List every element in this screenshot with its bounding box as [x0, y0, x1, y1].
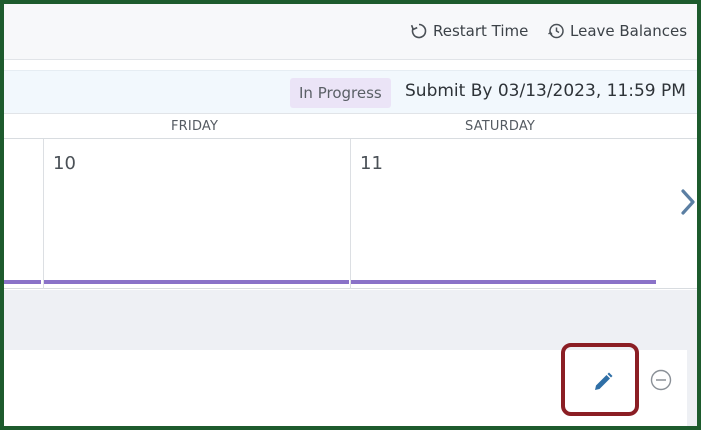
day-name-saturday: SATURDAY [465, 119, 536, 134]
restart-time-label: Restart Time [433, 22, 529, 40]
day-number: 11 [360, 153, 383, 174]
day-cell-saturday[interactable]: 11 [351, 139, 657, 289]
status-badge: In Progress [290, 78, 391, 108]
day-name-friday: FRIDAY [171, 119, 219, 134]
minus-circle-icon [650, 369, 672, 391]
day-progress-bar [44, 280, 349, 284]
day-cell-friday[interactable]: 10 [44, 139, 350, 289]
day-progress-bar [4, 280, 41, 284]
leave-balances-label: Leave Balances [570, 22, 688, 40]
remove-entry-button[interactable] [649, 368, 673, 392]
day-progress-bar [351, 280, 656, 284]
top-toolbar: Restart Time Leave Balances [4, 4, 697, 60]
calendar-day-header: FRIDAY SATURDAY [4, 115, 697, 139]
timesheet-status-bar: In Progress Submit By 03/13/2023, 11:59 … [4, 70, 697, 114]
next-week-button[interactable] [680, 187, 696, 221]
restart-icon [410, 23, 427, 39]
edit-entry-button[interactable] [589, 368, 617, 396]
app-frame: Restart Time Leave Balances In Progress … [0, 0, 701, 430]
restart-time-button[interactable]: Restart Time [409, 20, 528, 42]
calendar-week-row: 10 11 [4, 139, 697, 289]
chevron-right-icon [681, 189, 695, 215]
leave-balances-button[interactable]: Leave Balances [546, 20, 687, 42]
submit-deadline: Submit By 03/13/2023, 11:59 PM [405, 81, 686, 101]
pencil-icon [595, 372, 613, 390]
clock-history-icon [548, 23, 564, 39]
time-entry-section [4, 290, 697, 426]
day-number: 10 [53, 153, 76, 174]
